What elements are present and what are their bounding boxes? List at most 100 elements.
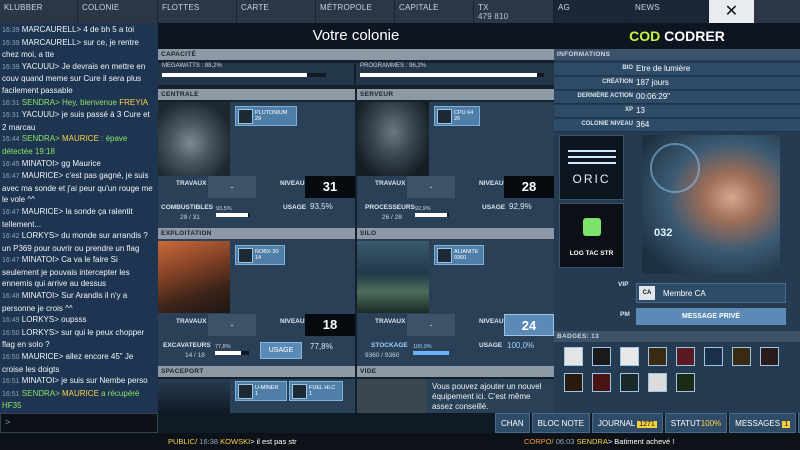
bullet-icon[interactable]	[564, 373, 583, 392]
empty-slot-image[interactable]	[357, 379, 427, 413]
chat-input[interactable]: >	[0, 413, 158, 433]
eye-icon[interactable]	[676, 373, 695, 392]
chat-log[interactable]: 16:39 MARCAURELL> 4 de bh 5 a toi 16:39 M…	[0, 23, 158, 413]
alianite-icon	[437, 247, 452, 263]
info-row: XP 13	[554, 105, 800, 118]
vide-panel: Vous pouvez ajouter un nouvel équipement…	[357, 379, 554, 413]
messages-button[interactable]: MESSAGES 1	[729, 413, 797, 433]
cpu-chip[interactable]: CPU 64 26	[434, 106, 480, 126]
player-tag: COD	[629, 28, 661, 44]
exploitation-usage-value: 77,8%	[310, 342, 333, 351]
corp-logo[interactable]: ORIC	[559, 135, 624, 200]
chat-message: 16:47 MAURICE> c'est pas gagné, je suis …	[2, 171, 153, 205]
target-icon	[583, 218, 601, 236]
tactical-logo-text: LOG TAC STR	[569, 250, 614, 257]
file-icon[interactable]	[564, 347, 583, 366]
messages-count: 1	[782, 421, 791, 428]
centrale-mini-bar	[216, 213, 250, 217]
nav-news[interactable]: NEWS	[631, 0, 709, 23]
silo-image	[357, 241, 429, 313]
serveur-res-label: PROCESSEURS	[365, 204, 415, 211]
close-icon[interactable]: ✕	[709, 0, 754, 23]
centrale-image	[158, 102, 230, 176]
nav-tx[interactable]: TX 479 810	[474, 0, 554, 23]
mail-icon[interactable]	[620, 347, 639, 366]
chat-message: 16:47 MINATOI> Ca va le faire Si seuleme…	[2, 255, 130, 289]
exploitation-level: 18	[305, 314, 355, 336]
membre-row: CA Membre CA	[636, 283, 786, 303]
programmes-bar: PROGRAMMES : 96,2%	[356, 63, 554, 85]
chat-message: 16:39 MARCAURELL> sur ce, je rentre chez…	[2, 37, 139, 60]
exploitation-res-label: EXCAVATEURS	[163, 342, 211, 349]
exploitation-image	[158, 241, 230, 313]
chat-message: 16:51 SENDRA> MAURICE a récupéré HF35	[2, 388, 140, 411]
silo-level[interactable]: 24	[504, 314, 554, 336]
serveur-usage-label: USAGE	[482, 204, 506, 211]
info-row: COLONIE NIVEAU 364	[554, 119, 800, 132]
centrale-res-label: COMBUSTIBLES	[161, 204, 213, 211]
info-row: CRÉATION 187 jours	[554, 77, 800, 90]
helmet-icon[interactable]	[592, 373, 611, 392]
pm-label: PM	[620, 311, 630, 318]
badges-header: BADGES: 13	[554, 331, 800, 342]
silo-mini-bar	[413, 351, 449, 355]
serveur-level: 28	[504, 176, 554, 198]
centrale-header: CENTRALE	[158, 89, 355, 100]
robx-chip[interactable]: ROBX-30 14	[235, 245, 285, 265]
ag-icon[interactable]	[648, 373, 667, 392]
bloc-note-button[interactable]: BLOC NOTE	[531, 413, 590, 433]
miner-ship-icon	[238, 383, 253, 399]
nav-metropole[interactable]: MÉTROPOLE	[316, 0, 395, 23]
nav-carte[interactable]: CARTE	[237, 0, 316, 23]
vide-text: Vous pouvez ajouter un nouvel équipement…	[432, 382, 542, 411]
chat-message: 16:45 MINATOI> gg Maurice	[2, 158, 101, 168]
u-miner-chip[interactable]: U-MINER 1	[235, 381, 287, 401]
silo-panel: ALIANITE 9360 TRAVAUX - NIVEAU 24 STOCKAG…	[357, 241, 554, 366]
chat-message: 16:39 MARCAURELL> 4 de bh 5 a toi	[2, 25, 135, 34]
chat-message: 16:49 LORKYS> oupsss	[2, 315, 87, 325]
statut-button[interactable]: STATUT100%	[664, 413, 728, 433]
centrale-travaux-label: TRAVAUX	[176, 180, 207, 187]
journal-button[interactable]: JOURNAL 1271	[591, 413, 663, 433]
fuel-hlc-chip[interactable]: FUEL HLC 1	[289, 381, 343, 401]
silo-usage-value: 100,0%	[507, 341, 535, 350]
serveur-image	[357, 102, 429, 176]
chan-button[interactable]: CHAN	[495, 413, 530, 433]
usage-button[interactable]: USAGE	[260, 342, 302, 359]
player-name: CODRER	[664, 28, 725, 44]
fuel-ship-icon	[292, 383, 307, 399]
gem-icon[interactable]	[676, 347, 695, 366]
plutonium-chip[interactable]: PLUTONIUM 29	[235, 106, 297, 126]
nav-ag[interactable]: AG	[554, 0, 631, 23]
chat-message: 16:31 SENDRA> Hey, bienvenue FREYIA	[2, 97, 149, 107]
megawatts-bar: MEGAWATTS : 88,2%	[158, 63, 354, 85]
nav-klubber[interactable]: KLUBBER	[0, 0, 78, 23]
alianite-chip[interactable]: ALIANITE 9360	[434, 245, 484, 265]
serveur-header: SERVEUR	[357, 89, 554, 100]
ca-icon[interactable]	[592, 347, 611, 366]
nav-capitale[interactable]: CAPITALE	[395, 0, 474, 23]
target-icon[interactable]	[704, 347, 723, 366]
nav-colonie[interactable]: COLONIE	[78, 0, 158, 23]
exploitation-res-value: 14 / 18	[185, 352, 205, 359]
centrale-travaux-value: -	[208, 176, 256, 198]
private-message-button[interactable]: MESSAGE PRIVÉ	[636, 308, 786, 325]
statut-value: 100%	[700, 419, 722, 428]
exploitation-panel: ROBX-30 14 TRAVAUX - NIVEAU 18 EXCAVATEUR…	[158, 241, 355, 366]
centrale-mini-label: 93,5%	[216, 206, 232, 212]
nav-flottes[interactable]: FLOTTES	[158, 0, 237, 23]
serveur-niveau-label: NIVEAU	[479, 180, 504, 187]
ship-icon[interactable]	[620, 373, 639, 392]
page-title: Votre colonie	[158, 23, 554, 49]
skull-icon[interactable]	[760, 347, 779, 366]
silo-niveau-label: NIVEAU	[479, 318, 504, 325]
vip-label: VIP	[618, 281, 629, 288]
centrale-usage-value: 93,5%	[310, 202, 333, 211]
person-icon[interactable]	[732, 347, 751, 366]
tactical-logo[interactable]: LOG TAC STR	[559, 203, 624, 268]
info-row: BIO Etre de lumière	[554, 63, 800, 76]
warning-icon[interactable]	[648, 347, 667, 366]
spaceport-image	[158, 379, 230, 413]
serveur-travaux-value: -	[407, 176, 455, 198]
bottom-toolbar: CHAN BLOC NOTE JOURNAL 1271 STATUT100% M…	[495, 413, 800, 433]
